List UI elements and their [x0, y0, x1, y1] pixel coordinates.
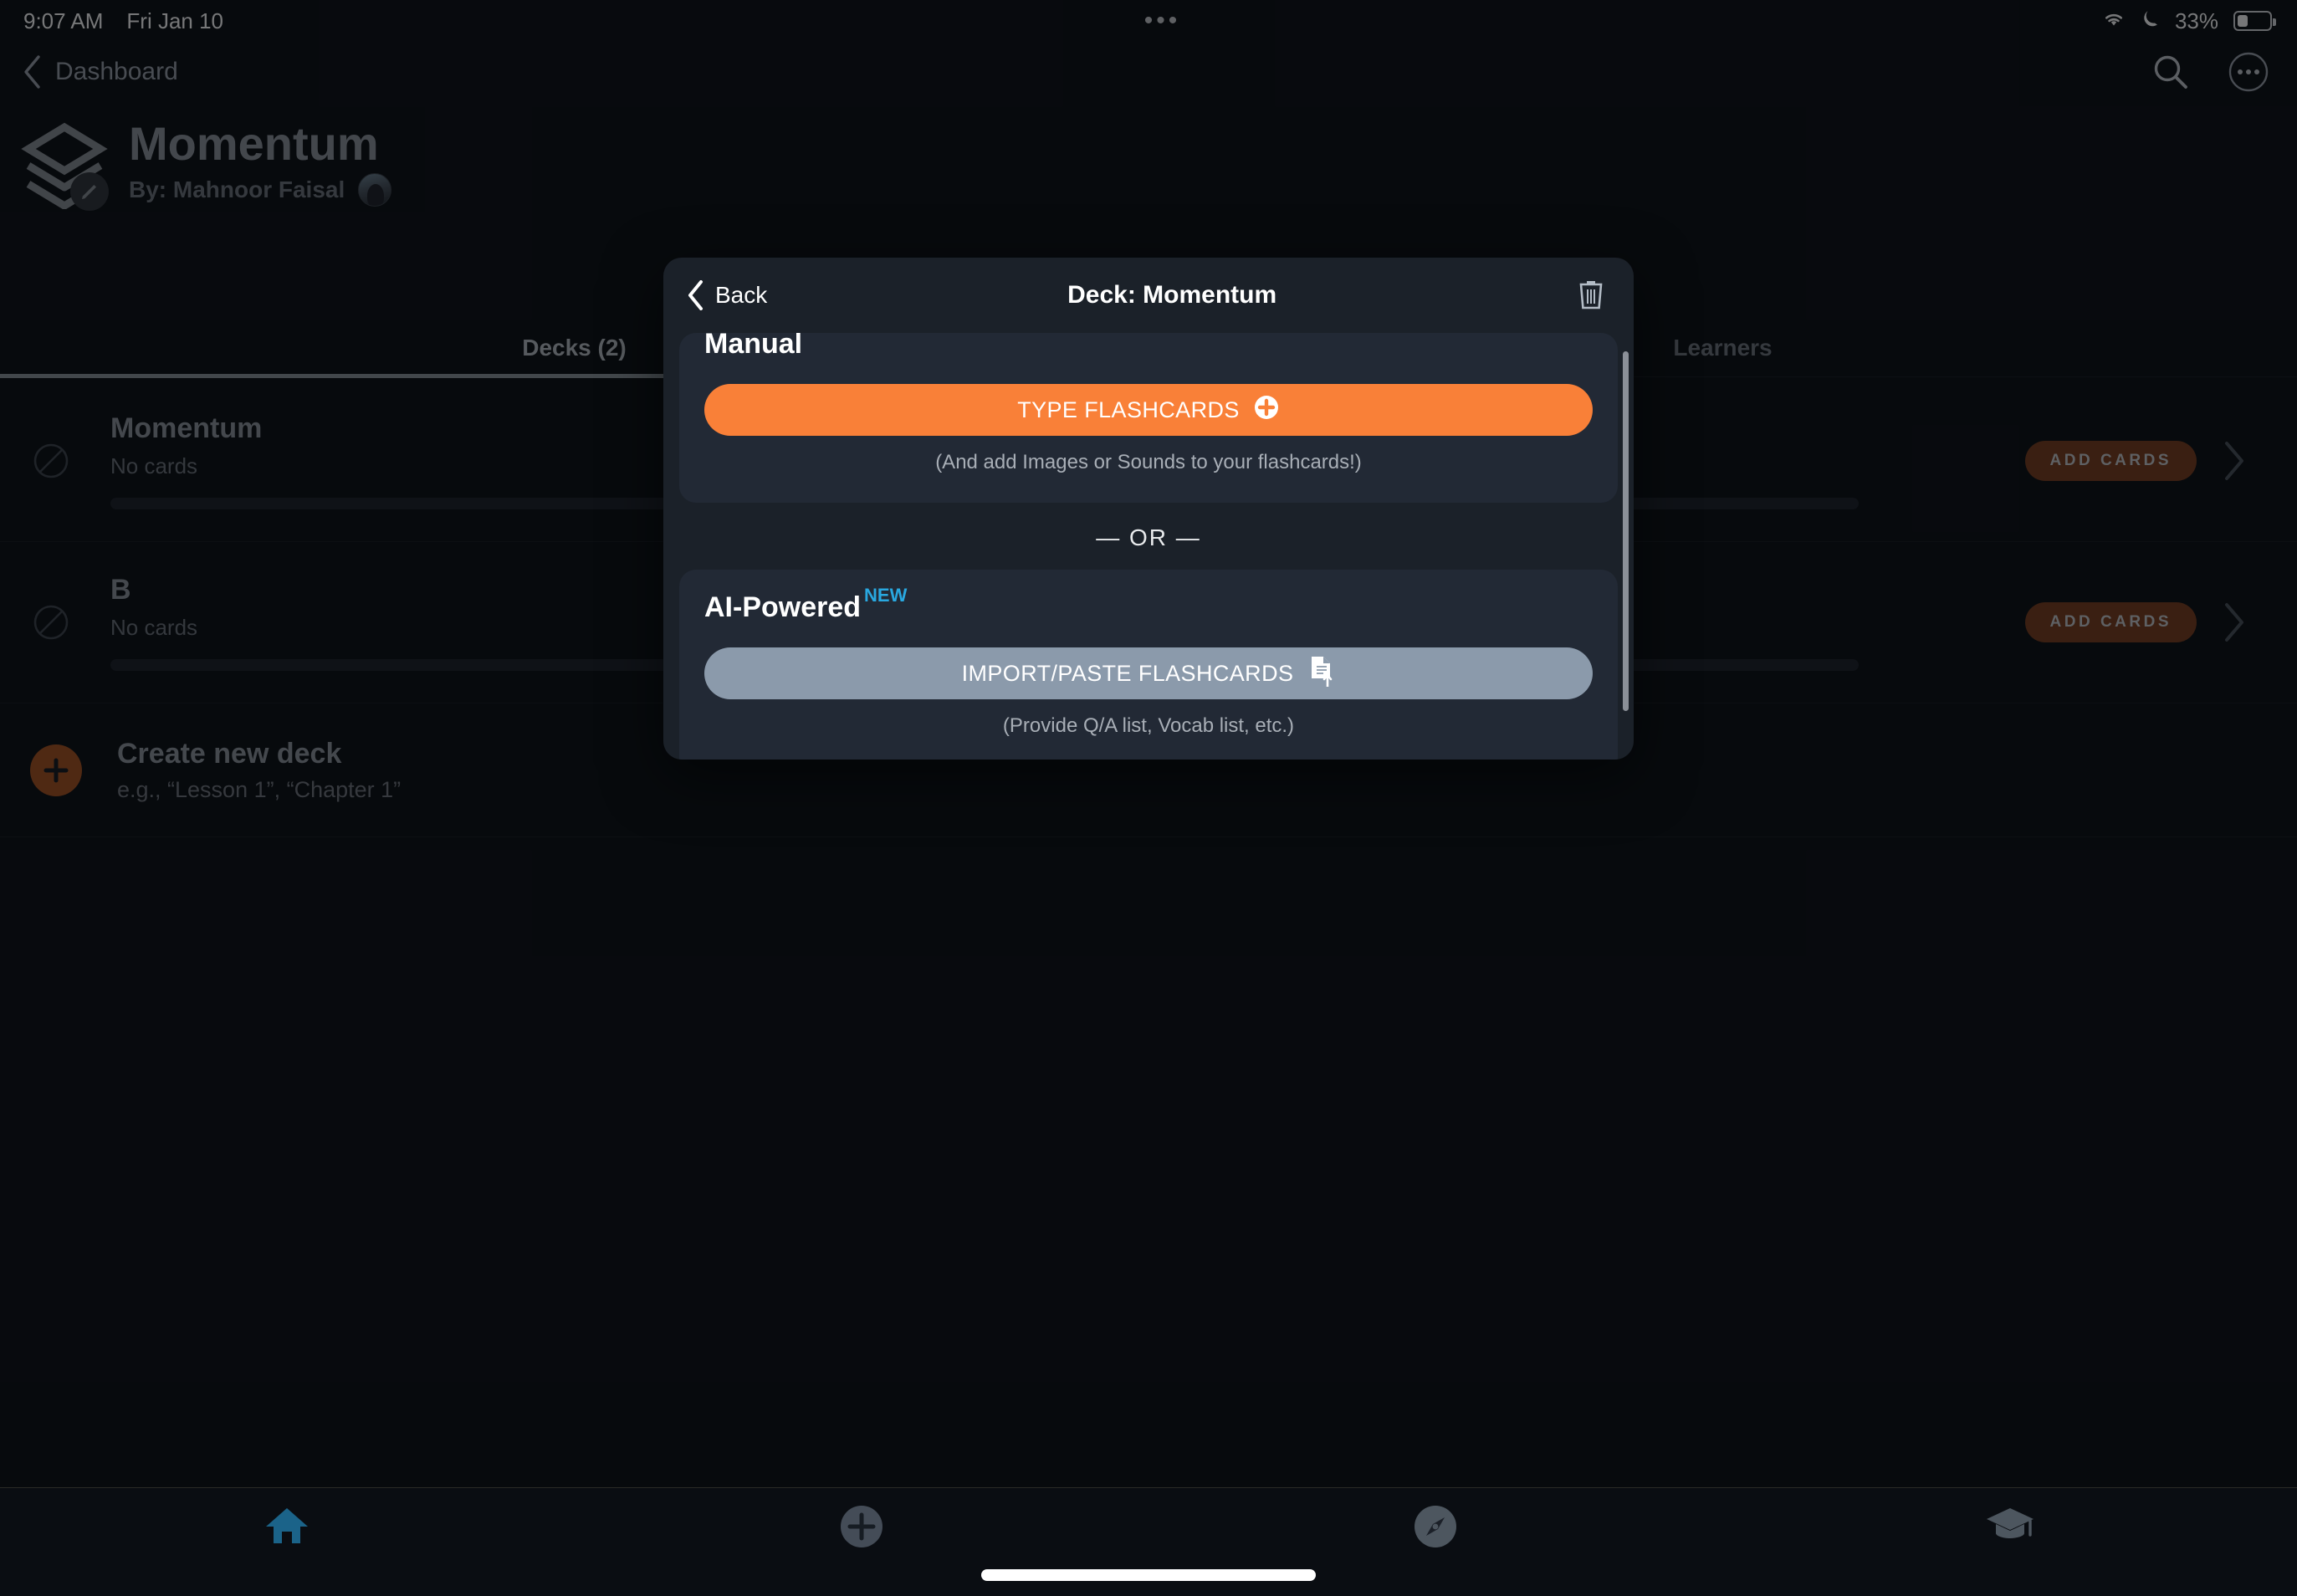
compass-icon	[1412, 1503, 1459, 1554]
modal-back-label: Back	[715, 282, 768, 308]
type-flashcards-button[interactable]: TYPE FLASHCARDS	[704, 384, 1593, 436]
manual-caption: (And add Images or Sounds to your flashc…	[935, 451, 1362, 473]
bottom-nav-learn[interactable]	[1723, 1503, 2297, 1549]
graduation-cap-icon	[1984, 1503, 2036, 1549]
document-upload-icon	[1307, 655, 1335, 693]
home-icon	[262, 1503, 312, 1553]
manual-heading: Manual	[704, 333, 803, 360]
import-paste-caption: (Provide Q/A list, Vocab list, etc.)	[1002, 714, 1295, 737]
modal-back-button[interactable]: Back	[687, 280, 767, 310]
add-cards-modal: Back Deck: Momentum Manual TYPE FLASHCAR…	[663, 258, 1634, 760]
type-flashcards-label: TYPE FLASHCARDS	[1017, 396, 1240, 422]
app-screen: 9:07 AM Fri Jan 10 ••• 33% Dashboard	[0, 0, 2297, 1596]
modal-body[interactable]: Manual TYPE FLASHCARDS (And add Images o…	[663, 333, 1634, 760]
plus-circle-icon	[1253, 394, 1280, 427]
bottom-nav-home[interactable]	[0, 1503, 575, 1553]
import-paste-label: IMPORT/PASTE FLASHCARDS	[961, 660, 1294, 686]
import-paste-flashcards-button[interactable]: IMPORT/PASTE FLASHCARDS	[704, 647, 1593, 699]
ai-powered-panel: AI-Powered NEW IMPORT/PASTE FLASHCARDS (…	[679, 570, 1618, 760]
bottom-nav	[0, 1487, 2297, 1596]
new-badge: NEW	[864, 585, 908, 606]
bottom-nav-explore[interactable]	[1148, 1503, 1723, 1554]
modal-overlay[interactable]	[0, 0, 2297, 1596]
bottom-nav-add[interactable]	[575, 1503, 1149, 1554]
modal-title: Deck: Momentum	[1067, 281, 1277, 309]
or-divider: — OR —	[1096, 524, 1201, 550]
trash-icon[interactable]	[1577, 277, 1605, 315]
add-circle-icon	[838, 1503, 885, 1554]
modal-header: Back Deck: Momentum	[663, 258, 1634, 333]
home-indicator	[981, 1569, 1316, 1581]
ai-heading: AI-Powered	[704, 591, 862, 623]
modal-scrollbar[interactable]	[1623, 351, 1629, 711]
manual-panel: Manual TYPE FLASHCARDS (And add Images o…	[679, 333, 1618, 503]
